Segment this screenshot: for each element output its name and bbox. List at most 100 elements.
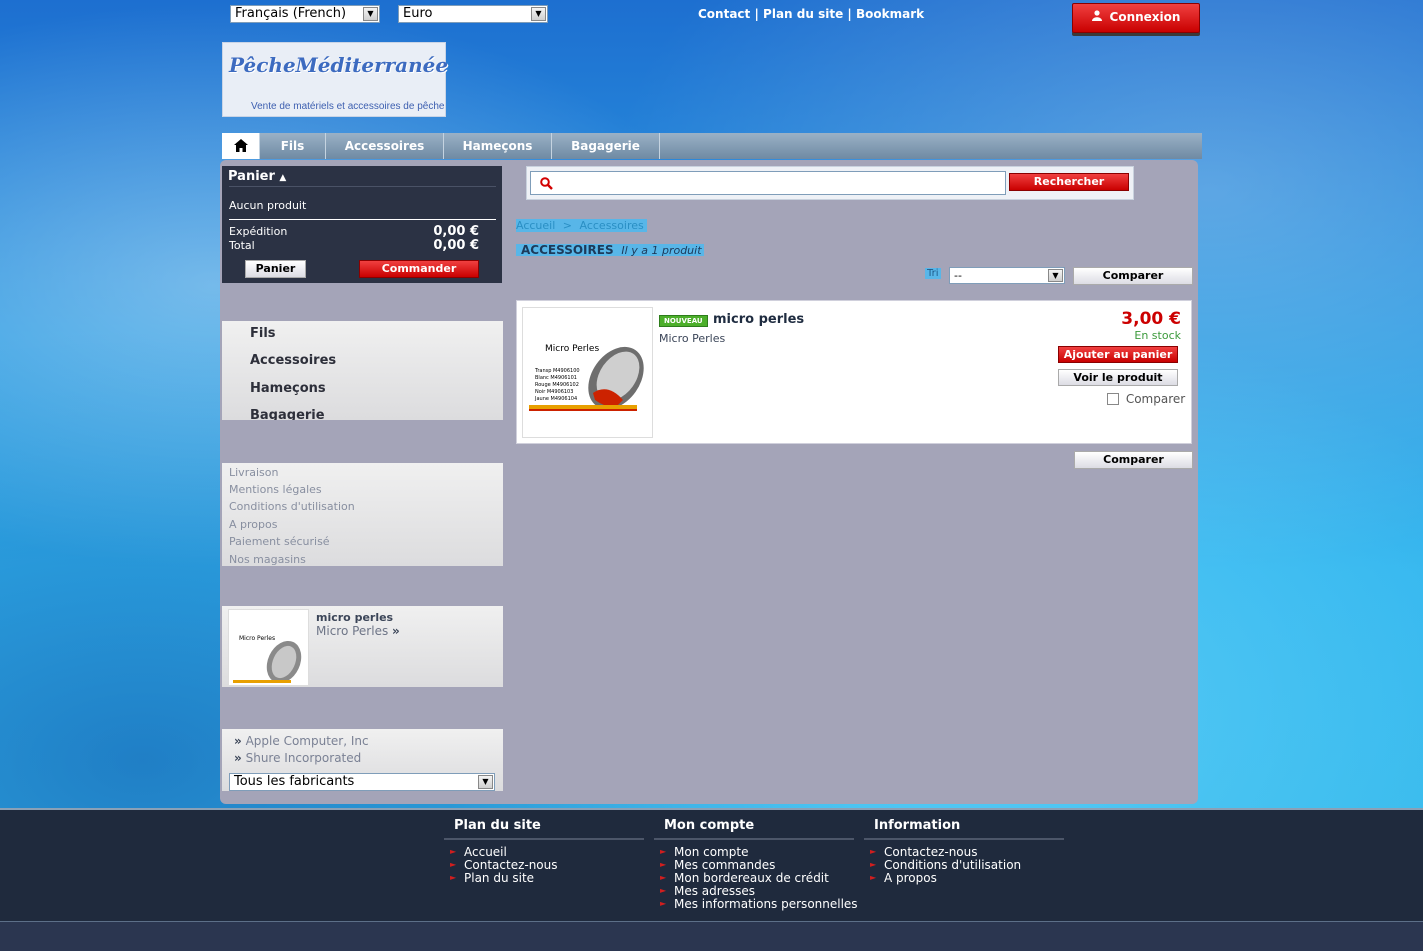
divider <box>229 219 496 220</box>
caret-up-icon: ▲ <box>279 173 287 183</box>
divider <box>654 838 854 840</box>
manufacturer-shure[interactable]: » Shure Incorporated <box>234 751 361 765</box>
site-logo[interactable]: PêcheMéditerranée Vente de matériels et … <box>222 42 448 117</box>
category-bagagerie[interactable]: Bagagerie <box>250 408 325 420</box>
cart-block: Panier ▲ Aucun produit Expédition 0,00 €… <box>222 166 502 283</box>
category-title: ACCESSOIRES <box>521 243 614 257</box>
search-input[interactable] <box>530 171 1006 195</box>
nav-item-fils[interactable]: Fils <box>260 133 326 159</box>
viewed-product-name[interactable]: micro perles <box>316 611 393 624</box>
footer-link-contact[interactable]: Contactez-nous <box>450 858 557 872</box>
shipping-label: Expédition <box>229 225 288 238</box>
info-block: Livraison Mentions légales Conditions d'… <box>222 463 503 566</box>
footer-link-addresses[interactable]: Mes adresses <box>660 884 755 898</box>
shipping-value: 0,00 € <box>433 224 479 239</box>
product-count: Il y a 1 produit <box>621 244 702 257</box>
home-tab[interactable] <box>222 133 260 159</box>
cart-empty: Aucun produit <box>229 199 307 212</box>
footer-link-conditions[interactable]: Conditions d'utilisation <box>870 858 1021 872</box>
category-heading: ACCESSOIRES Il y a 1 produit <box>516 243 704 257</box>
cart-title[interactable]: Panier ▲ <box>228 169 286 184</box>
product-image[interactable]: Micro Perles Transp M4906100 Blanc M4906… <box>522 307 653 438</box>
manufacturer-select[interactable]: Tous les fabricants ▼ <box>229 773 495 791</box>
footer-link-credit[interactable]: Mon bordereaux de crédit <box>660 871 829 885</box>
divider <box>229 186 496 187</box>
info-link-magasins[interactable]: Nos magasins <box>229 553 306 566</box>
language-select[interactable]: Français (French) ▼ <box>230 5 380 23</box>
chevron-down-icon: ▼ <box>1048 269 1063 282</box>
info-link-apropos[interactable]: A propos <box>229 518 277 531</box>
sort-label: Tri <box>925 268 941 279</box>
bookmark-link[interactable]: Bookmark <box>856 7 924 21</box>
nav-item-bagagerie[interactable]: Bagagerie <box>552 133 660 159</box>
image-row: Jaune M4906104 <box>534 396 577 402</box>
sort-value: -- <box>954 269 962 282</box>
sitemap-link[interactable]: Plan du site <box>763 7 843 21</box>
product-name[interactable]: micro perles <box>713 312 804 327</box>
home-icon <box>233 139 248 155</box>
category-fils[interactable]: Fils <box>250 326 276 341</box>
footer-link-sitemap[interactable]: Plan du site <box>450 871 534 885</box>
sort-select[interactable]: -- ▼ <box>949 267 1065 284</box>
info-link-livraison[interactable]: Livraison <box>229 466 278 479</box>
viewed-product-desc: Micro Perles » <box>316 624 400 638</box>
manufacturer-select-value: Tous les fabricants <box>234 774 355 789</box>
nav-item-hamecons[interactable]: Hameçons <box>444 133 552 159</box>
footer-link-apropos[interactable]: A propos <box>870 871 937 885</box>
viewed-product-image[interactable]: Micro Perles <box>228 609 309 686</box>
compare-checkbox-label: Comparer <box>1125 392 1186 406</box>
login-button[interactable]: Connexion <box>1072 3 1200 33</box>
main-nav: Fils Accessoires Hameçons Bagagerie <box>222 133 1202 159</box>
footer: Plan du site Accueil Contactez-nous Plan… <box>0 808 1423 921</box>
category-hamecons[interactable]: Hameçons <box>250 381 326 396</box>
checkout-button[interactable]: Commander <box>359 260 479 278</box>
categories-block: Fils Accessoires Hameçons Bagagerie <box>222 321 503 420</box>
compare-button-top[interactable]: Comparer <box>1073 267 1193 285</box>
manufacturer-apple[interactable]: » Apple Computer, Inc <box>234 734 369 748</box>
nav-item-accessoires[interactable]: Accessoires <box>326 133 444 159</box>
user-icon <box>1091 4 1102 30</box>
compare-checkbox[interactable] <box>1107 393 1119 405</box>
currency-value: Euro <box>403 6 433 21</box>
divider <box>864 838 1064 840</box>
search-block: Rechercher <box>526 166 1134 200</box>
currency-select[interactable]: Euro ▼ <box>398 5 548 23</box>
footer-link-contact-info[interactable]: Contactez-nous <box>870 845 977 859</box>
chevron-down-icon: ▼ <box>531 7 546 21</box>
breadcrumb-home[interactable]: Accueil <box>516 219 555 232</box>
viewed-products-block: Micro Perles micro perles Micro Perles » <box>222 606 503 687</box>
compare-button-bottom[interactable]: Comparer <box>1074 451 1193 469</box>
image-row: Blanc M4906101 <box>535 375 577 381</box>
manufacturer-apple-label: Apple Computer, Inc <box>245 734 369 748</box>
link-separator: | <box>847 7 852 21</box>
info-link-mentions[interactable]: Mentions légales <box>229 483 322 496</box>
cart-button[interactable]: Panier <box>245 260 306 278</box>
category-accessoires[interactable]: Accessoires <box>250 353 336 368</box>
footer-bottom-bar <box>0 921 1423 951</box>
footer-title-account: Mon compte <box>664 818 755 833</box>
search-icon <box>540 177 553 193</box>
new-badge: NOUVEAU <box>659 315 708 327</box>
chevron-down-icon: ▼ <box>478 775 493 789</box>
double-chevron-icon: » <box>234 734 242 748</box>
product-price: 3,00 € <box>1121 309 1181 329</box>
image-row: Noir M4906103 <box>535 389 573 395</box>
footer-link-orders[interactable]: Mes commandes <box>660 858 775 872</box>
add-to-cart-button[interactable]: Ajouter au panier <box>1058 346 1178 363</box>
double-chevron-icon[interactable]: » <box>392 624 400 638</box>
search-button[interactable]: Rechercher <box>1009 173 1129 191</box>
info-link-paiement[interactable]: Paiement sécurisé <box>229 535 330 548</box>
footer-link-account[interactable]: Mon compte <box>660 845 749 859</box>
total-label: Total <box>229 239 255 252</box>
info-link-conditions[interactable]: Conditions d'utilisation <box>229 500 355 513</box>
login-label: Connexion <box>1109 10 1181 24</box>
footer-title-information: Information <box>874 818 961 833</box>
manufacturers-block: » Apple Computer, Inc » Shure Incorporat… <box>222 729 503 791</box>
contact-link[interactable]: Contact <box>698 7 750 21</box>
view-product-button[interactable]: Voir le produit <box>1058 369 1178 386</box>
product-card: Micro Perles Transp M4906100 Blanc M4906… <box>516 300 1192 444</box>
footer-link-accueil[interactable]: Accueil <box>450 845 507 859</box>
breadcrumb: Accueil > Accessoires <box>516 219 647 232</box>
compare-checkbox-group: Comparer <box>1107 392 1185 406</box>
footer-link-personal-info[interactable]: Mes informations personnelles <box>660 897 858 911</box>
